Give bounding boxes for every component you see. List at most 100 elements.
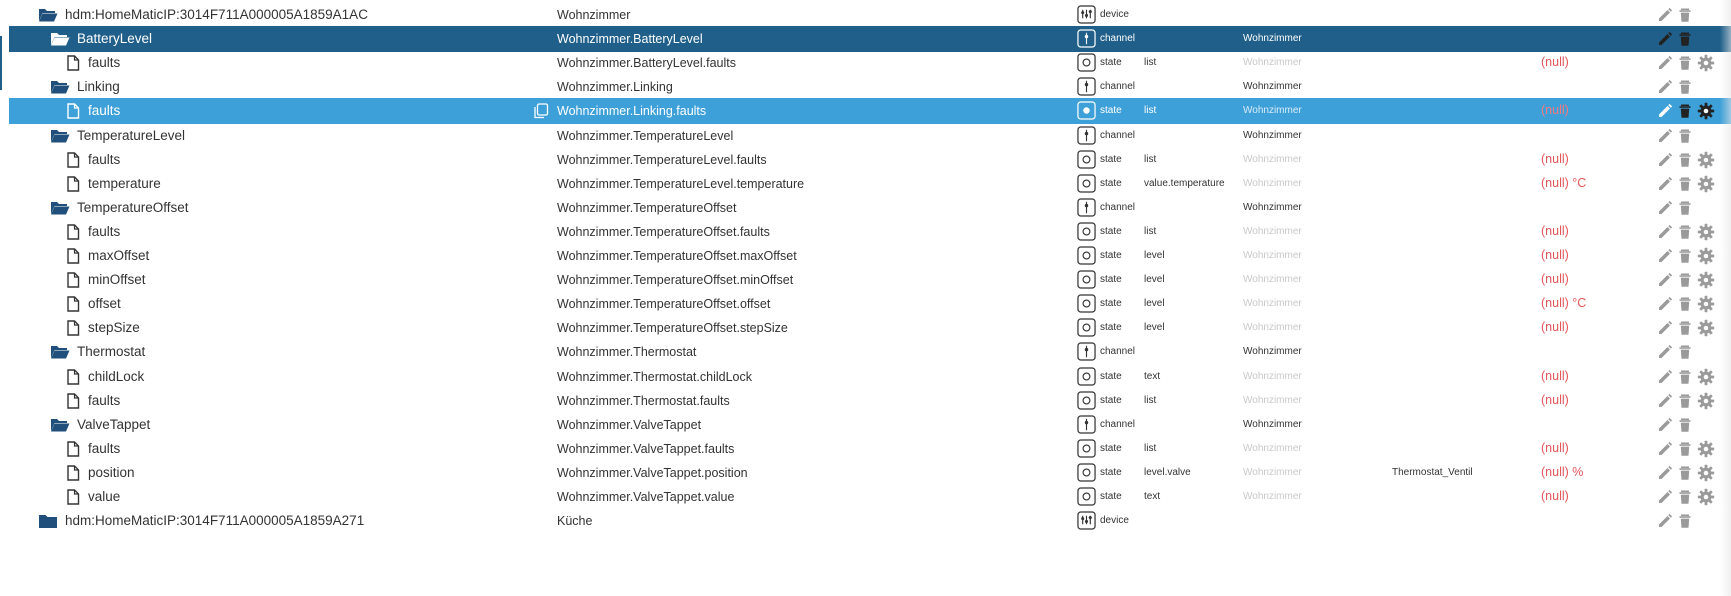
folder-open-icon[interactable] [50, 79, 70, 95]
object-value[interactable]: (null) [1541, 55, 1569, 69]
object-value[interactable]: (null) [1541, 369, 1569, 383]
object-value[interactable]: (null) [1541, 320, 1569, 334]
tree-row[interactable]: temperature Wohnzimmer.TemperatureLevel.t… [0, 171, 1731, 197]
tree-row[interactable]: Linking Wohnzimmer.Linking channel Wohnzimm… [0, 74, 1731, 100]
folder-open-icon[interactable] [50, 128, 70, 144]
edit-icon[interactable] [1656, 102, 1674, 120]
copy-icon[interactable] [533, 103, 549, 119]
settings-gear-icon[interactable] [1697, 295, 1715, 313]
tree-row[interactable]: maxOffset Wohnzimmer.TemperatureOffset.ma… [0, 243, 1731, 269]
file-icon[interactable] [66, 296, 80, 312]
delete-icon[interactable] [1676, 271, 1694, 289]
file-icon[interactable] [66, 55, 80, 71]
delete-icon[interactable] [1676, 199, 1694, 217]
file-icon[interactable] [66, 152, 80, 168]
edit-icon[interactable] [1656, 368, 1674, 386]
edit-icon[interactable] [1656, 151, 1674, 169]
delete-icon[interactable] [1676, 223, 1694, 241]
delete-icon[interactable] [1676, 6, 1694, 24]
delete-icon[interactable] [1676, 295, 1694, 313]
folder-open-icon[interactable] [38, 7, 58, 23]
folder-open-icon[interactable] [50, 31, 70, 47]
folder-open-icon[interactable] [50, 200, 70, 216]
edit-icon[interactable] [1656, 199, 1674, 217]
tree-row[interactable]: TemperatureOffset Wohnzimmer.TemperatureO… [0, 195, 1731, 221]
edit-icon[interactable] [1656, 464, 1674, 482]
file-icon[interactable] [66, 272, 80, 288]
file-icon[interactable] [66, 176, 80, 192]
delete-icon[interactable] [1676, 175, 1694, 193]
delete-icon[interactable] [1676, 30, 1694, 48]
edit-icon[interactable] [1656, 223, 1674, 241]
folder-closed-icon[interactable] [38, 513, 58, 529]
file-icon[interactable] [66, 248, 80, 264]
tree-row[interactable]: faults Wohnzimmer.TemperatureOffset.fault… [0, 219, 1731, 245]
folder-open-icon[interactable] [50, 344, 70, 360]
tree-row[interactable]: minOffset Wohnzimmer.TemperatureOffset.mi… [0, 267, 1731, 293]
delete-icon[interactable] [1676, 392, 1694, 410]
edit-icon[interactable] [1656, 271, 1674, 289]
edit-icon[interactable] [1656, 6, 1674, 24]
tree-row[interactable]: stepSize Wohnzimmer.TemperatureOffset.ste… [0, 315, 1731, 341]
tree-row[interactable]: faults Wohnzimmer.Linking.faults state list… [0, 98, 1731, 124]
edit-icon[interactable] [1656, 247, 1674, 265]
edit-icon[interactable] [1656, 78, 1674, 96]
tree-row[interactable]: faults Wohnzimmer.BatteryLevel.faults stat… [0, 50, 1731, 76]
object-value[interactable]: (null) [1541, 489, 1569, 503]
object-value[interactable]: (null) [1541, 224, 1569, 238]
edit-icon[interactable] [1656, 295, 1674, 313]
file-icon[interactable] [66, 103, 80, 119]
edit-icon[interactable] [1656, 343, 1674, 361]
delete-icon[interactable] [1676, 247, 1694, 265]
settings-gear-icon[interactable] [1697, 464, 1715, 482]
tree-row[interactable]: offset Wohnzimmer.TemperatureOffset.offse… [0, 291, 1731, 317]
settings-gear-icon[interactable] [1697, 175, 1715, 193]
delete-icon[interactable] [1676, 151, 1694, 169]
object-value[interactable]: (null) °C [1541, 176, 1586, 190]
settings-gear-icon[interactable] [1697, 368, 1715, 386]
object-value[interactable]: (null) [1541, 152, 1569, 166]
edit-icon[interactable] [1656, 488, 1674, 506]
object-value[interactable]: (null) °C [1541, 296, 1586, 310]
tree-row[interactable]: value Wohnzimmer.ValveTappet.value state te… [0, 484, 1731, 510]
object-value[interactable]: (null) % [1541, 465, 1583, 479]
file-icon[interactable] [66, 465, 80, 481]
object-value[interactable]: (null) [1541, 103, 1569, 117]
settings-gear-icon[interactable] [1697, 392, 1715, 410]
tree-row[interactable]: hdm:HomeMaticIP:3014F711A000005A1859A271… [0, 508, 1731, 534]
object-value[interactable]: (null) [1541, 248, 1569, 262]
delete-icon[interactable] [1676, 54, 1694, 72]
edit-icon[interactable] [1656, 127, 1674, 145]
delete-icon[interactable] [1676, 440, 1694, 458]
tree-row[interactable]: BatteryLevel Wohnzimmer.BatteryLevel chann… [0, 26, 1731, 52]
edit-icon[interactable] [1656, 512, 1674, 530]
settings-gear-icon[interactable] [1697, 151, 1715, 169]
delete-icon[interactable] [1676, 368, 1694, 386]
settings-gear-icon[interactable] [1697, 54, 1715, 72]
tree-row[interactable]: TemperatureLevel Wohnzimmer.TemperatureLe… [0, 123, 1731, 149]
edit-icon[interactable] [1656, 392, 1674, 410]
file-icon[interactable] [66, 393, 80, 409]
tree-row[interactable]: hdm:HomeMaticIP:3014F711A000005A1859A1AC… [0, 2, 1731, 28]
edit-icon[interactable] [1656, 54, 1674, 72]
edit-icon[interactable] [1656, 319, 1674, 337]
tree-row[interactable]: faults Wohnzimmer.TemperatureLevel.faults… [0, 147, 1731, 173]
settings-gear-icon[interactable] [1697, 102, 1715, 120]
object-value[interactable]: (null) [1541, 272, 1569, 286]
tree-row[interactable]: position Wohnzimmer.ValveTappet.position s… [0, 460, 1731, 486]
tree-row[interactable]: ValveTappet Wohnzimmer.ValveTappet channel… [0, 412, 1731, 438]
delete-icon[interactable] [1676, 464, 1694, 482]
object-value[interactable]: (null) [1541, 441, 1569, 455]
delete-icon[interactable] [1676, 488, 1694, 506]
tree-row[interactable]: faults Wohnzimmer.Thermostat.faults state l… [0, 388, 1731, 414]
file-icon[interactable] [66, 489, 80, 505]
edit-icon[interactable] [1656, 175, 1674, 193]
edit-icon[interactable] [1656, 30, 1674, 48]
settings-gear-icon[interactable] [1697, 223, 1715, 241]
edit-icon[interactable] [1656, 416, 1674, 434]
settings-gear-icon[interactable] [1697, 488, 1715, 506]
delete-icon[interactable] [1676, 127, 1694, 145]
delete-icon[interactable] [1676, 102, 1694, 120]
tree-row[interactable]: childLock Wohnzimmer.Thermostat.childLock… [0, 364, 1731, 390]
delete-icon[interactable] [1676, 319, 1694, 337]
